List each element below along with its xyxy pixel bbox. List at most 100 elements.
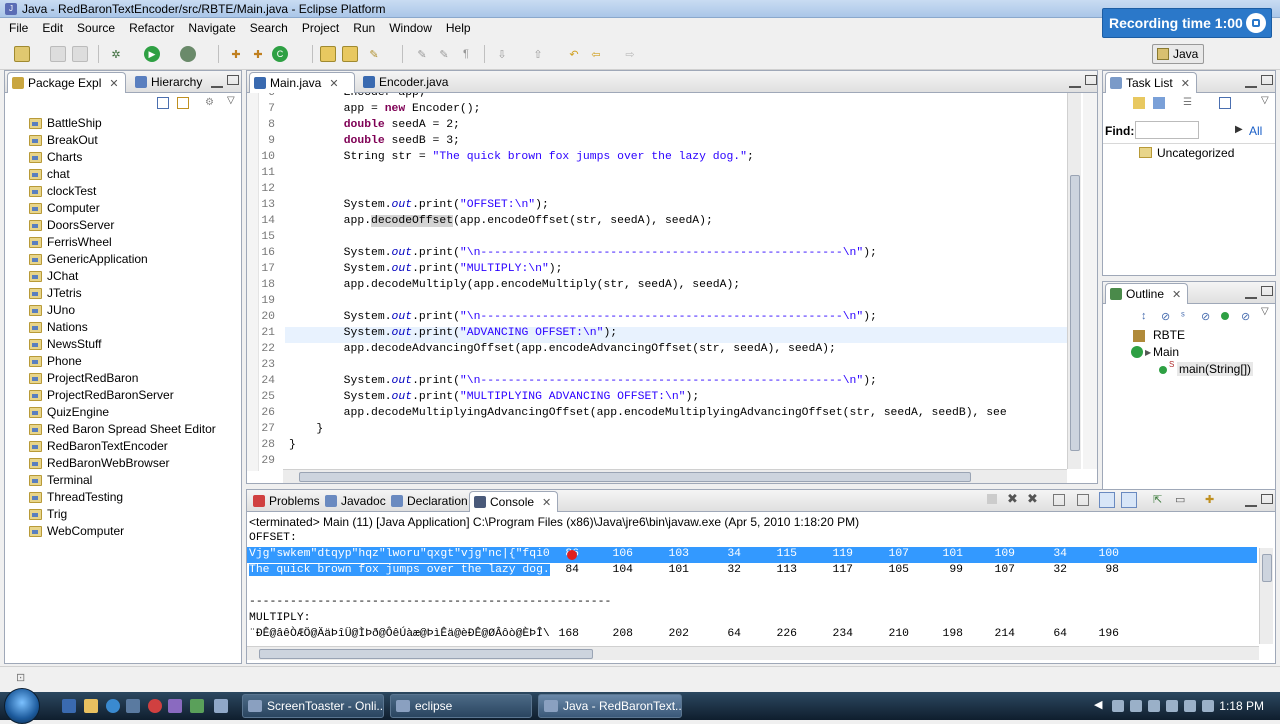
- project-item[interactable]: Charts: [29, 149, 216, 166]
- last-edit-icon[interactable]: ↶: [566, 46, 582, 62]
- show-on-error-icon[interactable]: [1121, 492, 1137, 508]
- minimize-icon[interactable]: [1245, 504, 1257, 507]
- scroll-thumb[interactable]: [1262, 554, 1272, 582]
- tab-console[interactable]: Console ✕: [469, 491, 559, 512]
- project-item[interactable]: GenericApplication: [29, 251, 216, 268]
- remove-launch-icon[interactable]: ✖: [1007, 491, 1018, 507]
- new-class-icon[interactable]: C: [272, 46, 288, 62]
- stop-recording-icon[interactable]: [1246, 13, 1266, 33]
- maximize-icon[interactable]: [227, 75, 239, 85]
- scroll-thumb[interactable]: [299, 472, 971, 482]
- collapse-all-icon[interactable]: [1219, 97, 1231, 109]
- view-minmax-controls[interactable]: [1241, 75, 1273, 88]
- code-line[interactable]: String str = "The quick brown fox jumps …: [289, 151, 754, 163]
- run-icon[interactable]: ▶: [144, 46, 160, 62]
- tab-package-explorer[interactable]: Package Expl ✕: [7, 72, 126, 93]
- code-line[interactable]: Encoder app;: [289, 93, 426, 99]
- project-item[interactable]: Terminal: [29, 472, 216, 489]
- project-item[interactable]: QuizEngine: [29, 404, 216, 421]
- project-item[interactable]: Trig: [29, 506, 216, 523]
- maximize-icon[interactable]: [1261, 286, 1273, 296]
- code-line[interactable]: System.out.print("MULTIPLYING ADVANCING …: [289, 391, 700, 403]
- menu-edit[interactable]: Edit: [35, 18, 70, 38]
- view-menu-icon[interactable]: ▽: [1261, 306, 1269, 317]
- tab-task-list[interactable]: Task List ✕: [1105, 72, 1197, 93]
- project-item[interactable]: Phone: [29, 353, 216, 370]
- explorer-icon[interactable]: [84, 699, 98, 713]
- code-line[interactable]: double seedB = 3;: [289, 135, 460, 147]
- new-package-icon[interactable]: ✚: [250, 46, 266, 62]
- network-icon[interactable]: [1184, 700, 1196, 712]
- tray-expand-icon[interactable]: ◀: [1094, 698, 1102, 711]
- project-item[interactable]: ProjectRedBaronServer: [29, 387, 216, 404]
- close-icon[interactable]: ✕: [109, 78, 118, 90]
- menu-search[interactable]: Search: [243, 18, 295, 38]
- collapse-all-icon[interactable]: [157, 97, 169, 109]
- menu-navigate[interactable]: Navigate: [181, 18, 242, 38]
- terminate-icon[interactable]: [987, 494, 997, 504]
- forward-icon[interactable]: ⇨: [622, 46, 638, 62]
- code-line[interactable]: app.decodeAdvancingOffset(app.encodeAdva…: [289, 343, 836, 355]
- code-line[interactable]: System.out.print("OFFSET:\n");: [289, 199, 549, 211]
- hide-local-types-icon[interactable]: ⊘: [1241, 310, 1250, 323]
- editor-vertical-scrollbar[interactable]: [1067, 93, 1081, 469]
- new-java-project-icon[interactable]: ✚: [228, 46, 244, 62]
- project-item[interactable]: clockTest: [29, 183, 216, 200]
- show-on-output-icon[interactable]: [1099, 492, 1115, 508]
- quicklaunch-app3-icon[interactable]: [190, 699, 204, 713]
- code-line[interactable]: System.out.print("\n--------------------…: [289, 311, 877, 323]
- show-whitespace-icon[interactable]: ¶: [458, 46, 474, 62]
- console-encoded-offset-text[interactable]: Vjg"swkem"dtqyp"hqz"lworu"qxgt"vjg"nc|{"…: [249, 548, 550, 560]
- project-item[interactable]: JUno: [29, 302, 216, 319]
- maximize-icon[interactable]: [1085, 75, 1097, 85]
- project-item[interactable]: Nations: [29, 319, 216, 336]
- code-line[interactable]: System.out.print("\n--------------------…: [289, 247, 877, 259]
- link-with-editor-icon[interactable]: [177, 97, 189, 109]
- project-item[interactable]: ThreadTesting: [29, 489, 216, 506]
- menu-refactor[interactable]: Refactor: [122, 18, 181, 38]
- clock[interactable]: 1:18 PM: [1219, 692, 1264, 720]
- project-item[interactable]: BattleShip: [29, 115, 216, 132]
- new-icon[interactable]: [14, 46, 30, 62]
- menu-file[interactable]: File: [2, 18, 35, 38]
- editor-horizontal-scrollbar[interactable]: [283, 469, 1067, 483]
- hide-non-public-icon[interactable]: ⊘: [1201, 310, 1210, 323]
- code-line[interactable]: app.decodeMultiplyingAdvancingOffset(app…: [289, 407, 1007, 419]
- category-uncategorized[interactable]: Uncategorized: [1157, 146, 1234, 160]
- menu-project[interactable]: Project: [295, 18, 346, 38]
- maximize-icon[interactable]: [1261, 75, 1273, 85]
- aim-icon[interactable]: [148, 699, 162, 713]
- fast-view-icon[interactable]: ⊡: [16, 671, 25, 684]
- categorize-icon[interactable]: [1153, 97, 1165, 109]
- project-item[interactable]: RedBaronWebBrowser: [29, 455, 216, 472]
- code-line[interactable]: System.out.print("\n--------------------…: [289, 375, 877, 387]
- hide-fields-icon[interactable]: ⊘: [1161, 310, 1170, 323]
- quicklaunch-more-icon[interactable]: [214, 699, 228, 713]
- start-button-icon[interactable]: [4, 688, 40, 724]
- task-java-eclipse[interactable]: Java - RedBaronText...: [538, 694, 682, 718]
- public-members-icon[interactable]: [1221, 312, 1229, 320]
- tab-encoder-java[interactable]: Encoder.java: [359, 72, 454, 93]
- quicklaunch-app2-icon[interactable]: [168, 699, 182, 713]
- tab-problems[interactable]: Problems: [249, 491, 326, 512]
- close-icon[interactable]: ✕: [1181, 78, 1190, 90]
- close-icon[interactable]: ✕: [329, 78, 338, 90]
- pin-console-icon[interactable]: ⇱: [1153, 493, 1162, 506]
- project-item[interactable]: RedBaronTextEncoder: [29, 438, 216, 455]
- outline-item-main[interactable]: Main: [1153, 345, 1179, 359]
- menu-source[interactable]: Source: [70, 18, 122, 38]
- close-icon[interactable]: ✕: [542, 497, 551, 509]
- menu-run[interactable]: Run: [346, 18, 382, 38]
- task-screentoaster[interactable]: ScreenToaster - Onli...: [242, 694, 384, 718]
- minimize-icon[interactable]: [1245, 85, 1257, 88]
- project-item[interactable]: DoorsServer: [29, 217, 216, 234]
- print-icon[interactable]: [72, 46, 88, 62]
- menu-window[interactable]: Window: [382, 18, 439, 38]
- project-item[interactable]: NewsStuff: [29, 336, 216, 353]
- console-horizontal-scrollbar[interactable]: [247, 646, 1259, 660]
- annotation-icon[interactable]: ✎: [436, 46, 452, 62]
- display-console-icon[interactable]: ▭: [1175, 493, 1185, 506]
- ie-icon[interactable]: [106, 699, 120, 713]
- project-item[interactable]: WebComputer: [29, 523, 216, 540]
- remove-all-icon[interactable]: ✖: [1027, 491, 1038, 507]
